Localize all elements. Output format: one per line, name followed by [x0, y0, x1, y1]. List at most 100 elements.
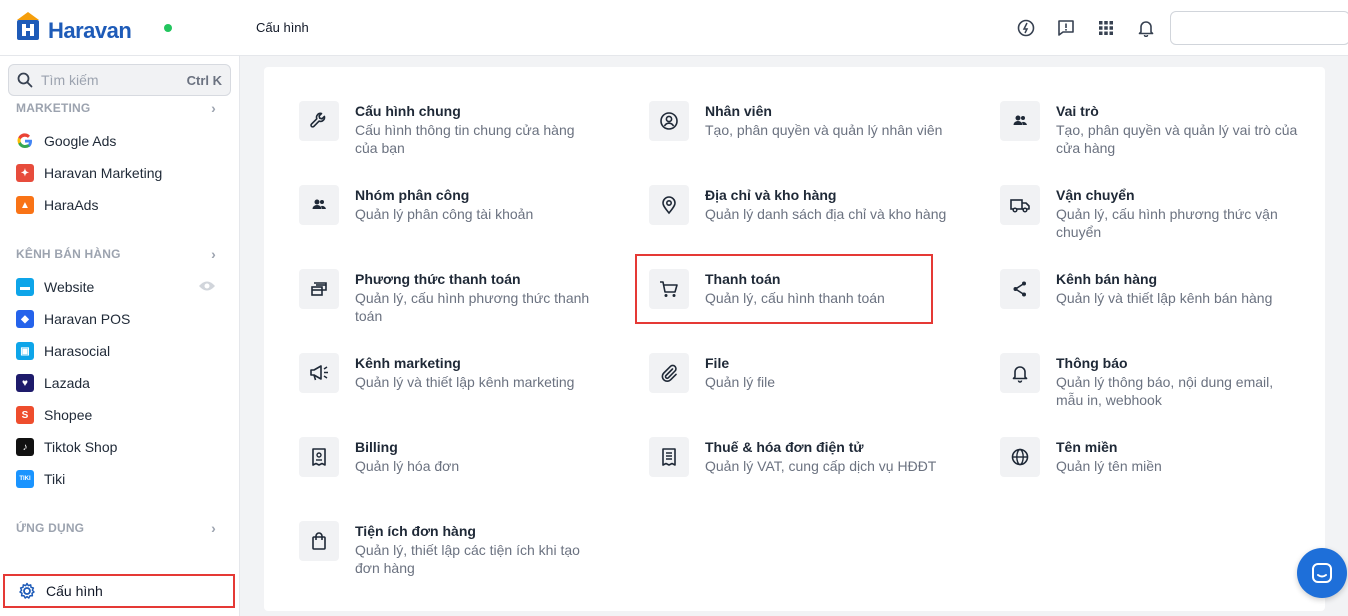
receipt-icon [299, 437, 339, 477]
settings-label: Cấu hình [46, 583, 103, 599]
paperclip-icon [649, 353, 689, 393]
nav-label: Shopee [44, 407, 93, 423]
nav-label: HaraAds [44, 197, 99, 213]
tile-title: File [705, 355, 730, 371]
search-input[interactable] [41, 72, 171, 88]
chevron-right-icon: › [211, 100, 216, 116]
search-shortcut: Ctrl K [186, 72, 222, 88]
shopping-bag-icon [299, 521, 339, 561]
tile-desc: Quản lý file [705, 374, 776, 390]
nav-label: Haravan POS [44, 311, 131, 327]
tile-desc: Quản lý, cấu hình phương thức vận chuyển [1056, 206, 1278, 240]
tile-marketing-channels[interactable]: Kênh marketing Quản lý và thiết lập kênh… [299, 353, 599, 423]
tile-desc: Tạo, phân quyền và quản lý vai trò của c… [1056, 122, 1298, 156]
sidebar-item-tiktok-shop[interactable]: ♪ Tiktok Shop [16, 435, 216, 459]
chevron-right-icon: › [211, 246, 216, 262]
tile-desc: Tạo, phân quyền và quản lý nhân viên [705, 122, 943, 138]
section-marketing[interactable]: MARKETING › [16, 100, 216, 116]
globe-icon [1000, 437, 1040, 477]
tile-title: Tiện ích đơn hàng [355, 523, 476, 539]
harasocial-icon: ▣ [16, 342, 34, 360]
tile-shipping[interactable]: Vận chuyển Quản lý, cấu hình phương thức… [1000, 185, 1300, 255]
nav-label: Google Ads [44, 133, 117, 149]
apps-grid-icon[interactable] [1094, 16, 1118, 40]
top-bar: Haravan Cấu hình [0, 0, 1348, 56]
user-circle-icon [649, 101, 689, 141]
tile-title: Cấu hình chung [355, 103, 461, 119]
nav-label: Lazada [44, 375, 90, 391]
tile-billing[interactable]: Billing Quản lý hóa đơn [299, 437, 599, 507]
feedback-icon[interactable] [1054, 16, 1078, 40]
settings-card: Cấu hình chung Cấu hình thông tin chung … [264, 67, 1325, 611]
tile-title: Billing [355, 439, 398, 455]
sidebar-item-google-ads[interactable]: Google Ads [16, 129, 216, 153]
nav-label: Harasocial [44, 343, 111, 359]
sidebar-item-haravan-pos[interactable]: ◆ Haravan POS [16, 307, 216, 331]
payment-method-icon [299, 269, 339, 309]
sidebar: Ctrl K MARKETING › Google Ads ✦ Haravan … [0, 56, 240, 616]
invoice-icon [649, 437, 689, 477]
sidebar-item-website[interactable]: ▬ Website [16, 275, 216, 299]
account-box[interactable] [1170, 11, 1348, 45]
haravan-marketing-icon: ✦ [16, 164, 34, 182]
tile-order-utilities[interactable]: Tiện ích đơn hàng Quản lý, thiết lập các… [299, 521, 599, 591]
tiki-icon: TIKI [16, 470, 34, 488]
section-sales-channels[interactable]: KÊNH BÁN HÀNG › [16, 246, 216, 262]
tile-desc: Quản lý thông báo, nội dung email, mẫu i… [1056, 374, 1274, 408]
section-label: MARKETING [16, 101, 91, 115]
highlight-box [635, 254, 933, 324]
tile-title: Thuế & hóa đơn điện tử [705, 439, 864, 455]
sidebar-item-haraads[interactable]: ▲ HaraAds [16, 193, 216, 217]
megaphone-icon [299, 353, 339, 393]
tile-title: Địa chỉ và kho hàng [705, 187, 837, 203]
chat-widget-button[interactable] [1297, 548, 1347, 598]
tile-addresses-warehouses[interactable]: Địa chỉ và kho hàng Quản lý danh sách đị… [649, 185, 949, 255]
tile-files[interactable]: File Quản lý file [649, 353, 949, 423]
truck-icon [1000, 185, 1040, 225]
nav-label: Haravan Marketing [44, 165, 163, 181]
nav-label: Website [44, 279, 95, 295]
tile-title: Kênh bán hàng [1056, 271, 1158, 287]
support-icon[interactable] [1014, 16, 1038, 40]
tile-desc: Quản lý và thiết lập kênh bán hàng [1056, 290, 1273, 306]
eye-icon[interactable] [198, 279, 216, 295]
nav-label: Tiki [44, 471, 66, 487]
section-label: ỨNG DỤNG [16, 521, 85, 535]
google-icon [16, 132, 34, 150]
sidebar-search[interactable]: Ctrl K [8, 64, 231, 96]
tile-title: Tên miền [1056, 439, 1118, 455]
bell-icon[interactable] [1134, 16, 1158, 40]
website-icon: ▬ [16, 278, 34, 296]
tile-notifications[interactable]: Thông báo Quản lý thông báo, nội dung em… [1000, 353, 1300, 423]
tile-title: Nhóm phân công [355, 187, 470, 203]
sidebar-item-harasocial[interactable]: ▣ Harasocial [16, 339, 216, 363]
sidebar-item-shopee[interactable]: S Shopee [16, 403, 216, 427]
tile-payment-methods[interactable]: Phương thức thanh toán Quản lý, cấu hình… [299, 269, 599, 339]
haravan-logo[interactable]: Haravan [14, 10, 164, 46]
haraads-icon: ▲ [16, 196, 34, 214]
section-apps[interactable]: ỨNG DỤNG › [16, 520, 216, 536]
tiktok-icon: ♪ [16, 438, 34, 456]
lazada-icon: ♥ [16, 374, 34, 392]
tile-desc: Quản lý, cấu hình phương thức thanh toán [355, 290, 590, 324]
nav-label: Tiktok Shop [44, 439, 118, 455]
chat-icon [1312, 563, 1332, 583]
tile-desc: Quản lý phân công tài khoản [355, 206, 534, 222]
sidebar-item-lazada[interactable]: ♥ Lazada [16, 371, 216, 395]
gear-icon [19, 582, 35, 599]
tile-domains[interactable]: Tên miền Quản lý tên miền [1000, 437, 1300, 507]
tile-title: Vận chuyển [1056, 187, 1135, 203]
tile-sales-channels[interactable]: Kênh bán hàng Quản lý và thiết lập kênh … [1000, 269, 1300, 339]
sidebar-item-haravan-marketing[interactable]: ✦ Haravan Marketing [16, 161, 216, 185]
tile-tax-einvoice[interactable]: Thuế & hóa đơn điện tử Quản lý VAT, cung… [649, 437, 949, 507]
sidebar-item-tiki[interactable]: TIKI Tiki [16, 467, 216, 491]
tile-roles[interactable]: Vai trò Tạo, phân quyền và quản lý vai t… [1000, 101, 1300, 171]
tile-title: Thông báo [1056, 355, 1128, 371]
bell-icon [1000, 353, 1040, 393]
share-icon [1000, 269, 1040, 309]
tile-general-settings[interactable]: Cấu hình chung Cấu hình thông tin chung … [299, 101, 599, 171]
tile-staff[interactable]: Nhân viên Tạo, phân quyền và quản lý nhâ… [649, 101, 949, 171]
search-icon [17, 72, 33, 88]
tile-assignment-groups[interactable]: Nhóm phân công Quản lý phân công tài kho… [299, 185, 599, 255]
sidebar-item-settings[interactable]: Cấu hình [3, 574, 235, 608]
